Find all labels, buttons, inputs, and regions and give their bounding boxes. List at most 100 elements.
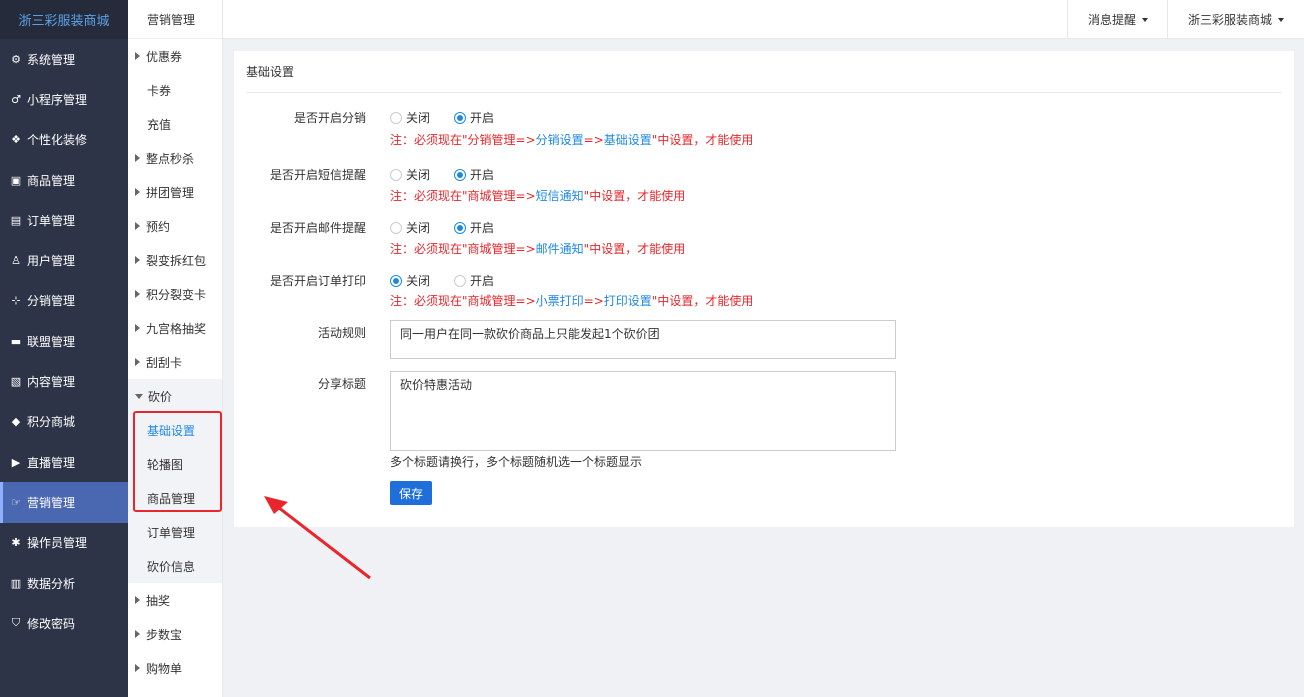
sitemap-icon: ⊹ [11,294,21,308]
panel-title: 基础设置 [246,65,295,79]
share-title-hint: 多个标题请换行，多个标题随机选一个标题显示 [390,455,643,469]
sub-item-coupon[interactable]: 优惠券 [128,39,222,73]
shield-icon: ⛉ [11,616,21,630]
bag-icon: ▣ [10,173,22,187]
nav-item-6[interactable]: ⊹ 分销管理 [0,281,128,321]
email-off-option[interactable]: 关闭 [390,219,430,236]
sub-item-lottery[interactable]: 抽奖 [128,583,222,617]
nav-item-label: 个性化装修 [27,133,88,148]
caret-right-icon [135,324,140,332]
sms-radio-group: 关闭 开启 [390,166,518,183]
radio-icon[interactable] [390,111,402,124]
nav-item-3[interactable]: ▣ 商品管理 [0,160,128,200]
caret-right-icon [135,596,140,604]
messages-dropdown[interactable]: 消息提醒 [1067,0,1168,39]
nav-item-10[interactable]: ▶ 直播管理 [0,442,128,482]
caret-right-icon [135,664,140,672]
nav-item-8[interactable]: ▧ 内容管理 [0,361,128,401]
print-on-option[interactable]: 开启 [454,272,494,289]
distribution-on-option[interactable]: 开启 [454,109,494,126]
cube-icon: ◆ [11,415,21,429]
sub-item-fission-red[interactable]: 裂变拆红包 [128,243,222,277]
hand-icon: ☞ [11,495,21,509]
distribution-off-option[interactable]: 关闭 [390,109,430,126]
sub-item-card[interactable]: 卡券 [128,73,222,107]
nav-item-label: 商品管理 [27,173,76,188]
radio-icon[interactable] [454,274,467,287]
rules-label: 活动规则 [317,326,366,340]
nav-item-4[interactable]: ▤ 订单管理 [0,200,128,240]
print-off-option[interactable]: 关闭 [390,272,430,289]
gear-icon: ⚙ [11,52,21,66]
nav-item-label: 操作员管理 [27,536,88,551]
sub-item-scratch[interactable]: 刮刮卡 [128,345,222,379]
order-icon: ▤ [10,213,22,227]
sub-item-bargain-orders[interactable]: 订单管理 [128,515,222,549]
top-bar: 消息提醒 浙三彩服装商城 [223,0,1304,39]
sub-item-bargain-carousel[interactable]: 轮播图 [128,447,222,481]
sms-note: 注：必须现在"商城管理=>短信通知"中设置，才能使用 [390,189,686,203]
caret-down-icon [135,393,143,399]
nav-item-label: 内容管理 [27,375,76,390]
nav-item-label: 订单管理 [27,213,76,228]
radio-checked-icon[interactable] [454,221,467,234]
nav-item-14[interactable]: ⛉ 修改密码 [0,603,128,643]
sub-sidebar: 营销管理 优惠券 卡券 充值 整点秒杀 拼团管理 预约 裂变拆红包 积分裂变卡 … [128,0,223,697]
sms-on-option[interactable]: 开启 [454,166,494,183]
caret-down-icon [1278,17,1284,22]
store-dropdown[interactable]: 浙三彩服装商城 [1167,0,1304,39]
print-label: 是否开启订单打印 [269,274,366,288]
nav-item-12[interactable]: ✱ 操作员管理 [0,523,128,563]
nav-item-5[interactable]: ♙ 用户管理 [0,240,128,280]
sub-item-recharge[interactable]: 充值 [128,107,222,141]
sub-item-booking[interactable]: 预约 [128,209,222,243]
nav-item-label: 小程序管理 [27,92,88,107]
nav-item-label: 直播管理 [27,455,76,470]
radio-checked-icon[interactable] [454,111,467,124]
email-radio-group: 关闭 开启 [390,219,518,236]
user-icon: ♙ [11,254,21,268]
nav-item-13[interactable]: ▥ 数据分析 [0,563,128,603]
nav-item-label: 联盟管理 [27,334,76,349]
sub-item-bargain-info[interactable]: 砍价信息 [128,549,222,583]
sub-item-bargain[interactable]: 砍价 [128,379,222,413]
sms-off-option[interactable]: 关闭 [390,166,430,183]
sub-item-points-card[interactable]: 积分裂变卡 [128,277,222,311]
sub-item-group-buy[interactable]: 拼团管理 [128,175,222,209]
nav-item-9[interactable]: ◆ 积分商城 [0,402,128,442]
main-nav: ⚙ 系统管理 ♂ 小程序管理 ❖ 个性化装修 ▣ 商品管理 ▤ 订单管理 ♙ 用户管理 ⊹ 分销管理 ▬ 联盟… [0,39,128,643]
nav-item-7[interactable]: ▬ 联盟管理 [0,321,128,361]
sub-item-flash-sale[interactable]: 整点秒杀 [128,141,222,175]
annotation-arrow-icon [264,496,371,580]
settings-panel: 基础设置 是否开启分销 关闭 开启 注：必须现在"分销管理=>分销设置=>基础设… [234,51,1294,527]
share-title-textarea[interactable]: 砍价特惠活动 [390,371,896,451]
sub-sidebar-title: 营销管理 [128,0,222,39]
nav-item-11[interactable]: ☞ 营销管理 [0,482,128,523]
brand-logo[interactable]: 浙三彩服装商城 [0,0,128,39]
paint-icon: ❖ [11,133,21,147]
nav-item-label: 数据分析 [27,576,76,591]
bar-chart-icon: ▥ [10,576,22,590]
caret-right-icon [135,52,140,60]
radio-checked-icon[interactable] [390,274,402,287]
nav-item-0[interactable]: ⚙ 系统管理 [0,39,128,79]
sub-item-bargain-goods[interactable]: 商品管理 [128,481,222,515]
radio-icon[interactable] [390,168,402,181]
email-on-option[interactable]: 开启 [454,219,494,236]
save-button[interactable]: 保存 [390,481,432,505]
caret-right-icon [135,154,140,162]
distribution-label: 是否开启分销 [293,111,366,125]
nav-item-1[interactable]: ♂ 小程序管理 [0,79,128,119]
radio-icon[interactable] [390,221,402,234]
distribution-radio-group: 关闭 开启 [390,109,518,126]
nav-item-2[interactable]: ❖ 个性化装修 [0,120,128,160]
divider [246,92,1282,93]
distribution-note: 注：必须现在"分销管理=>分销设置=>基础设置"中设置，才能使用 [390,133,754,147]
sub-item-bargain-basic[interactable]: 基础设置 [128,413,222,447]
sub-item-grid-lottery[interactable]: 九宫格抽奖 [128,311,222,345]
rules-textarea[interactable]: 同一用户在同一款砍价商品上只能发起1个砍价团 [390,320,896,359]
radio-checked-icon[interactable] [454,168,467,181]
sub-item-steps[interactable]: 步数宝 [128,617,222,651]
sub-item-shopping-list[interactable]: 购物单 [128,651,222,685]
share-title-label: 分享标题 [317,377,366,391]
